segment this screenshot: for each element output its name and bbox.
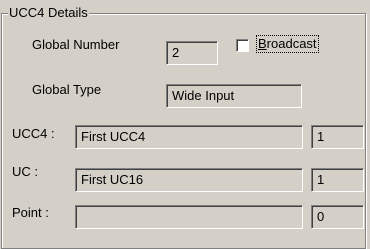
broadcast-label[interactable]: Broadcast bbox=[256, 35, 319, 53]
point-name-field[interactable] bbox=[75, 205, 303, 229]
global-type-label: Global Type bbox=[32, 82, 102, 97]
broadcast-checkbox[interactable] bbox=[236, 39, 249, 52]
global-number-field[interactable]: 2 bbox=[166, 41, 218, 65]
point-label: Point : bbox=[12, 205, 49, 220]
ucc4-name-field[interactable]: First UCC4 bbox=[75, 125, 303, 149]
global-type-field[interactable]: Wide Input bbox=[166, 84, 302, 108]
global-number-label: Global Number bbox=[32, 37, 120, 52]
uc-number-field[interactable]: 1 bbox=[311, 168, 364, 192]
broadcast-access-key: B bbox=[258, 36, 267, 51]
uc-name-field[interactable]: First UC16 bbox=[75, 168, 303, 192]
broadcast-label-text: roadcast bbox=[266, 36, 317, 51]
group-title: UCC4 Details bbox=[8, 5, 89, 21]
uc-label: UC : bbox=[12, 164, 38, 179]
ucc4-label: UCC4 : bbox=[12, 126, 55, 141]
ucc4-number-field[interactable]: 1 bbox=[311, 125, 364, 149]
point-number-field[interactable]: 0 bbox=[311, 205, 364, 229]
